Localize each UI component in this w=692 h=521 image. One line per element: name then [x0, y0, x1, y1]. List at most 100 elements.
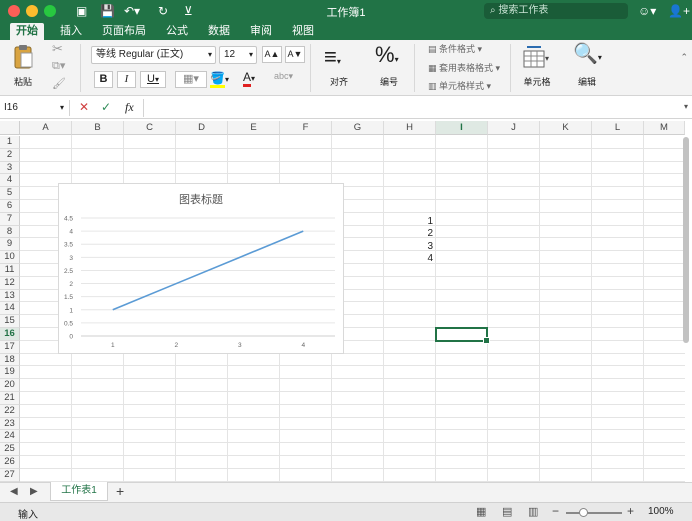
row-header-13[interactable]: 13: [0, 289, 20, 303]
borders-button[interactable]: ▦▾: [175, 71, 207, 88]
row-header-11[interactable]: 11: [0, 264, 20, 277]
zoom-slider[interactable]: [566, 512, 622, 514]
insert-function-icon[interactable]: fx: [125, 100, 134, 115]
row-header-15[interactable]: 15: [0, 315, 20, 328]
column-header-B[interactable]: B: [72, 121, 124, 135]
row-header-14[interactable]: 14: [0, 302, 20, 316]
cut-icon[interactable]: ✂: [52, 41, 63, 57]
row-header-16[interactable]: 16: [0, 328, 20, 341]
column-header-C[interactable]: C: [124, 121, 176, 135]
row-header-12[interactable]: 12: [0, 276, 20, 290]
row-header-9[interactable]: 9: [0, 238, 20, 252]
row-header-23[interactable]: 23: [0, 417, 20, 431]
row-header-17[interactable]: 17: [0, 340, 20, 354]
tab-insert[interactable]: 插入: [60, 24, 82, 38]
page-break-view-icon[interactable]: ▥: [528, 505, 538, 518]
column-header-E[interactable]: E: [228, 121, 280, 135]
smiley-feedback-icon[interactable]: ☺▾: [638, 3, 656, 19]
align-button[interactable]: ≡▾: [324, 46, 341, 73]
grow-font-button[interactable]: A▲: [262, 46, 282, 63]
vertical-scrollbar-thumb[interactable]: [683, 137, 689, 343]
share-icon[interactable]: 👤+: [668, 3, 690, 19]
column-header-D[interactable]: D: [176, 121, 228, 135]
fill-handle[interactable]: [483, 337, 490, 344]
column-header-F[interactable]: F: [280, 121, 332, 135]
row-header-20[interactable]: 20: [0, 379, 20, 392]
format-as-table-button[interactable]: ▦ 套用表格格式 ▾: [428, 62, 500, 74]
font-name-select[interactable]: 等线 Regular (正文) ▾: [91, 46, 216, 64]
phonetic-icon[interactable]: abc▾: [274, 71, 293, 82]
tab-data[interactable]: 数据: [208, 24, 230, 38]
column-header-M[interactable]: M: [644, 121, 685, 135]
collapse-ribbon-icon[interactable]: ⌃: [680, 52, 688, 63]
number-format-button[interactable]: %▾: [375, 44, 399, 71]
row-header-26[interactable]: 26: [0, 456, 20, 469]
tab-view[interactable]: 视图: [292, 24, 314, 38]
zoom-in-icon[interactable]: +: [627, 504, 634, 518]
shrink-font-button[interactable]: A▼: [285, 46, 305, 63]
italic-button[interactable]: I: [117, 71, 136, 88]
confirm-edit-icon[interactable]: ✓: [101, 100, 111, 114]
row-header-3[interactable]: 3: [0, 161, 20, 175]
cell-H8[interactable]: 2: [384, 228, 433, 239]
page-layout-view-icon[interactable]: ▤: [502, 505, 512, 518]
zoom-slider-thumb[interactable]: [579, 508, 588, 517]
copy-icon[interactable]: ⧉▾: [52, 59, 65, 73]
cell-H7[interactable]: 1: [384, 216, 433, 227]
tab-formulas[interactable]: 公式: [166, 24, 188, 38]
zoom-level[interactable]: 100%: [648, 506, 674, 517]
cells-button[interactable]: ▾: [521, 45, 551, 72]
edit-button[interactable]: 🔍▾: [573, 43, 602, 69]
row-header-18[interactable]: 18: [0, 353, 20, 367]
row-header-22[interactable]: 22: [0, 404, 20, 418]
cell-H10[interactable]: 4: [384, 253, 433, 264]
row-header-4[interactable]: 4: [0, 174, 20, 188]
normal-view-icon[interactable]: ▦: [476, 505, 486, 518]
add-sheet-icon[interactable]: +: [116, 483, 124, 499]
select-all-corner[interactable]: [0, 121, 20, 135]
selected-cell-I16[interactable]: [435, 327, 490, 344]
row-header-2[interactable]: 2: [0, 148, 20, 162]
row-header-10[interactable]: 10: [0, 251, 20, 264]
font-color-button[interactable]: A▾: [243, 70, 269, 87]
line-chart[interactable]: 图表标题 0 0.5 1 1.5 2 2.5 3 3.5 4 4.5 1 2 3 4: [58, 183, 344, 354]
cancel-edit-icon[interactable]: ✕: [79, 100, 89, 114]
tab-home[interactable]: 开始: [10, 23, 44, 41]
fill-color-button[interactable]: 🪣▾: [210, 71, 238, 88]
cell-styles-button[interactable]: ▥ 单元格样式 ▾: [428, 80, 491, 92]
format-painter-icon[interactable]: 🖌: [52, 77, 66, 90]
bold-button[interactable]: B: [94, 71, 113, 88]
row-header-25[interactable]: 25: [0, 443, 20, 456]
row-header-5[interactable]: 5: [0, 187, 20, 200]
name-box[interactable]: I16 ▾: [4, 100, 64, 116]
column-header-G[interactable]: G: [332, 121, 384, 135]
cell-H9[interactable]: 3: [384, 241, 433, 252]
next-sheet-icon[interactable]: ▶: [30, 486, 38, 497]
paste-button[interactable]: [8, 42, 38, 72]
row-header-8[interactable]: 8: [0, 225, 20, 239]
row-header-24[interactable]: 24: [0, 430, 20, 444]
row-header-21[interactable]: 21: [0, 392, 20, 405]
tab-review[interactable]: 审阅: [250, 24, 272, 38]
column-header-K[interactable]: K: [540, 121, 592, 135]
column-header-H[interactable]: H: [384, 121, 436, 135]
conditional-format-button[interactable]: ▤ 条件格式 ▾: [428, 43, 482, 55]
underline-button[interactable]: U▾: [140, 71, 166, 88]
row-header-1[interactable]: 1: [0, 136, 20, 149]
column-header-I[interactable]: I: [436, 121, 488, 135]
sheet-tab-1[interactable]: 工作表1: [50, 482, 108, 501]
row-header-27[interactable]: 27: [0, 468, 20, 482]
zoom-out-icon[interactable]: −: [552, 504, 559, 518]
search-sheet-input[interactable]: ⌕ 搜索工作表: [484, 3, 628, 19]
formula-input[interactable]: [148, 100, 678, 116]
row-header-19[interactable]: 19: [0, 366, 20, 380]
column-header-A[interactable]: A: [20, 121, 72, 135]
column-header-L[interactable]: L: [592, 121, 644, 135]
column-header-J[interactable]: J: [488, 121, 540, 135]
font-size-select[interactable]: 12 ▾: [219, 46, 257, 64]
prev-sheet-icon[interactable]: ◀: [10, 486, 18, 497]
tab-page-layout[interactable]: 页面布局: [102, 24, 146, 38]
expand-formula-icon[interactable]: ▾: [684, 102, 688, 111]
row-header-7[interactable]: 7: [0, 212, 20, 226]
row-header-6[interactable]: 6: [0, 200, 20, 213]
